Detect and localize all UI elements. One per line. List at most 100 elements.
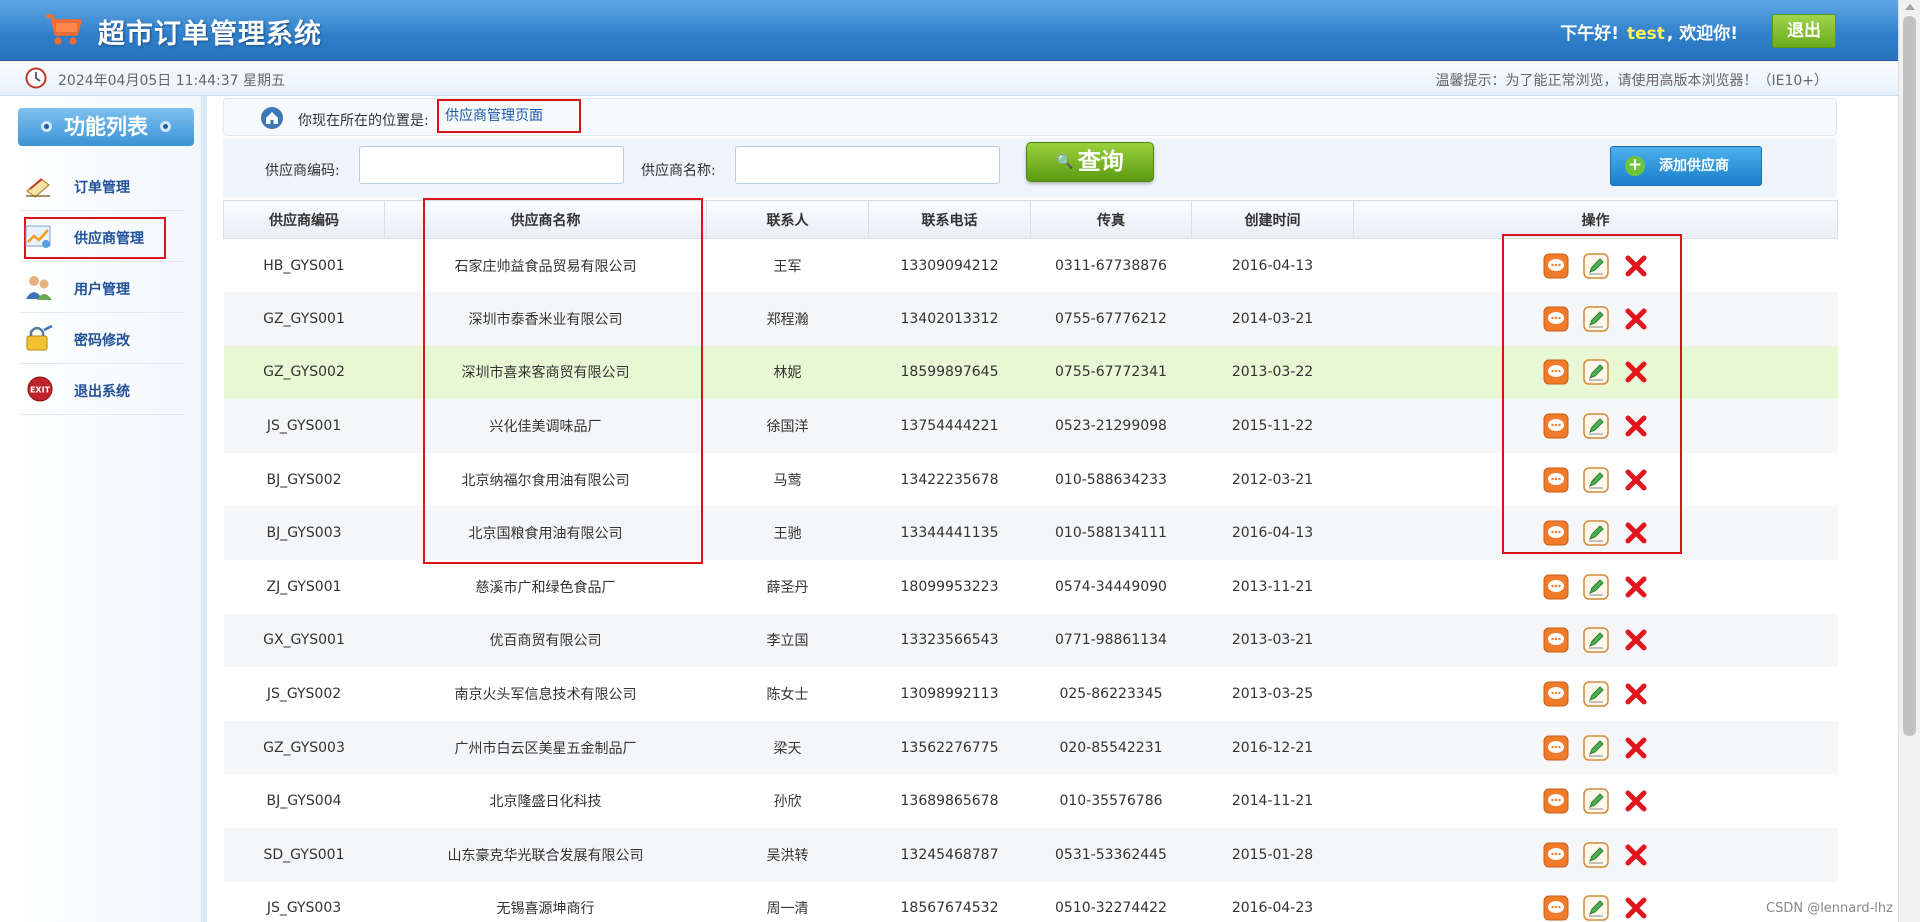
- table-row[interactable]: GZ_GYS001 深圳市泰香米业有限公司 郑程瀚 13402013312 0755-6…: [223, 292, 1838, 346]
- delete-icon[interactable]: [1623, 574, 1649, 600]
- table-row[interactable]: SD_GYS001 山东豪克华光联合发展有限公司 吴洪转 13245468787 053…: [223, 828, 1838, 882]
- view-detail-icon[interactable]: [1543, 842, 1569, 868]
- location-label: 你现在所在的位置是:: [298, 113, 429, 129]
- supplier-code-cell: GZ_GYS001: [223, 292, 385, 346]
- edit-icon[interactable]: [1582, 520, 1609, 547]
- scroll-up-arrow-icon[interactable]: [1905, 4, 1915, 10]
- header-supplier-code: 供应商编码: [223, 200, 385, 239]
- view-detail-icon[interactable]: [1543, 520, 1569, 546]
- header-created: 创建时间: [1191, 200, 1354, 239]
- phone-cell: 13245468787: [868, 828, 1031, 882]
- fax-cell: 020-85542231: [1030, 720, 1192, 775]
- delete-icon[interactable]: [1623, 681, 1649, 707]
- delete-icon[interactable]: [1623, 842, 1649, 868]
- current-page-link[interactable]: 供应商管理页面: [437, 99, 581, 133]
- edit-icon[interactable]: [1582, 734, 1609, 761]
- view-detail-icon[interactable]: [1543, 306, 1569, 332]
- delete-icon[interactable]: [1623, 413, 1649, 439]
- view-detail-icon[interactable]: [1543, 467, 1569, 493]
- contact-cell: 陈女士: [766, 687, 809, 704]
- scrollbar-thumb[interactable]: [1903, 16, 1916, 736]
- users-icon: [26, 276, 52, 300]
- view-detail-icon[interactable]: [1543, 735, 1569, 761]
- query-button[interactable]: 🔍 查询: [1026, 142, 1154, 182]
- created-date-cell: 2016-04-13: [1231, 257, 1314, 274]
- actions-cell: [1354, 882, 1838, 922]
- edit-icon[interactable]: [1582, 627, 1609, 654]
- table-row[interactable]: ZJ_GYS001 慈溪市广和绿色食品厂 薛圣丹 18099953223 0574-34…: [224, 560, 1838, 614]
- contact-cell: 吴洪转: [706, 828, 869, 882]
- view-detail-icon[interactable]: [1543, 788, 1569, 814]
- supplier-name-cell: 深圳市泰香米业有限公司: [384, 292, 707, 346]
- table-row[interactable]: BJ_GYS003 北京国粮食用油有限公司 王驰 13344441135 010-588…: [223, 506, 1838, 561]
- delete-icon[interactable]: [1623, 306, 1649, 332]
- edit-icon[interactable]: [1582, 466, 1609, 493]
- created-date-cell: 2016-12-21: [1191, 720, 1354, 775]
- page-scrollbar[interactable]: [1898, 0, 1920, 922]
- sidebar-item-order[interactable]: 订单管理: [20, 160, 185, 211]
- table-row[interactable]: JS_GYS001 兴化佳美调味品厂 徐国洋 13754444221 0523-2129…: [223, 399, 1838, 453]
- edit-icon[interactable]: [1582, 413, 1609, 439]
- table-row[interactable]: GX_GYS001 优百商贸有限公司 李立国 13323566543 0771-9886…: [223, 613, 1838, 668]
- supplier-name-label: 供应商名称:: [641, 163, 716, 179]
- delete-icon[interactable]: [1623, 895, 1649, 921]
- delete-icon[interactable]: [1623, 467, 1649, 493]
- search-icon: 🔍: [1056, 154, 1074, 170]
- bullet-dot-icon: [41, 120, 52, 132]
- edit-icon[interactable]: [1582, 842, 1609, 868]
- actions-cell: [1354, 560, 1838, 614]
- sidebar-item-password[interactable]: 密码修改: [20, 313, 185, 364]
- created-date-cell: 2013-03-25: [1231, 686, 1314, 703]
- edit-icon[interactable]: [1582, 681, 1609, 707]
- delete-icon[interactable]: [1623, 520, 1649, 546]
- view-detail-icon[interactable]: [1543, 253, 1569, 279]
- sidebar-item-exit[interactable]: EXIT 退出系统: [20, 364, 185, 415]
- supplier-code-input[interactable]: [359, 146, 624, 184]
- table-row[interactable]: BJ_GYS002 北京纳福尔食用油有限公司 马莺 13422235678 010-58…: [224, 453, 1838, 507]
- phone-cell: 13309094212: [900, 257, 999, 274]
- table-row[interactable]: GZ_GYS003 广州市白云区美星五金制品厂 梁天 13562276775 020-8…: [223, 720, 1838, 775]
- delete-icon[interactable]: [1623, 735, 1649, 761]
- fax-cell: 0574-34449090: [1055, 578, 1167, 595]
- contact-cell: 梁天: [706, 720, 869, 775]
- view-detail-icon[interactable]: [1543, 895, 1569, 921]
- fax-cell: 010-588134111: [1030, 506, 1192, 561]
- phone-cell: 13562276775: [868, 720, 1031, 775]
- view-detail-icon[interactable]: [1543, 359, 1569, 385]
- edit-icon[interactable]: [1582, 252, 1609, 279]
- header-actions: 操作: [1353, 200, 1838, 239]
- header-phone: 联系电话: [868, 200, 1031, 239]
- sidebar: 功能列表 订单管理 供应商管理 用户管理 密码修改 EXIT 退出系统: [0, 96, 207, 922]
- supplier-name-input[interactable]: [735, 146, 1000, 184]
- view-detail-icon[interactable]: [1543, 413, 1569, 439]
- edit-icon[interactable]: [1582, 788, 1609, 814]
- logout-button[interactable]: 退出: [1772, 14, 1836, 48]
- view-detail-icon[interactable]: [1543, 627, 1569, 653]
- table-row[interactable]: JS_GYS002 南京火头军信息技术有限公司 陈女士 13098992113 025-…: [224, 667, 1838, 721]
- sidebar-item-users[interactable]: 用户管理: [20, 262, 185, 313]
- delete-icon[interactable]: [1623, 253, 1649, 279]
- fax-cell: 0311-67738876: [1055, 257, 1167, 274]
- edit-icon[interactable]: [1582, 895, 1609, 922]
- table-row[interactable]: GZ_GYS002 深圳市喜来客商贸有限公司 林妮 18599897645 0755-6…: [223, 345, 1838, 400]
- delete-icon[interactable]: [1623, 788, 1649, 814]
- supplier-code-cell: JS_GYS001: [223, 399, 385, 453]
- fax-cell: 0510-32274422: [1055, 900, 1167, 917]
- table-row[interactable]: HB_GYS001 石家庄帅益食品贸易有限公司 王军 13309094212 0311-…: [224, 239, 1838, 293]
- function-list-title: 功能列表: [18, 108, 194, 146]
- table-row[interactable]: JS_GYS003 无锡喜源坤商行 周一清 18567674532 0510-32274…: [224, 882, 1838, 922]
- view-detail-icon[interactable]: [1543, 574, 1569, 600]
- edit-icon[interactable]: [1582, 359, 1609, 386]
- home-icon: [261, 107, 283, 129]
- table-row[interactable]: BJ_GYS004 北京隆盛日化科技 孙欣 13689865678 010-355767…: [224, 774, 1838, 828]
- view-detail-icon[interactable]: [1543, 681, 1569, 707]
- delete-icon[interactable]: [1623, 627, 1649, 653]
- edit-icon[interactable]: [1582, 574, 1609, 600]
- edit-icon[interactable]: [1582, 306, 1609, 332]
- sidebar-item-supplier[interactable]: 供应商管理: [20, 211, 185, 262]
- contact-cell: 王驰: [706, 506, 869, 561]
- supplier-code-cell: GZ_GYS003: [223, 720, 385, 775]
- fax-cell: 010-35576786: [1059, 793, 1163, 810]
- add-supplier-button[interactable]: + 添加供应商: [1610, 146, 1762, 186]
- delete-icon[interactable]: [1623, 359, 1649, 385]
